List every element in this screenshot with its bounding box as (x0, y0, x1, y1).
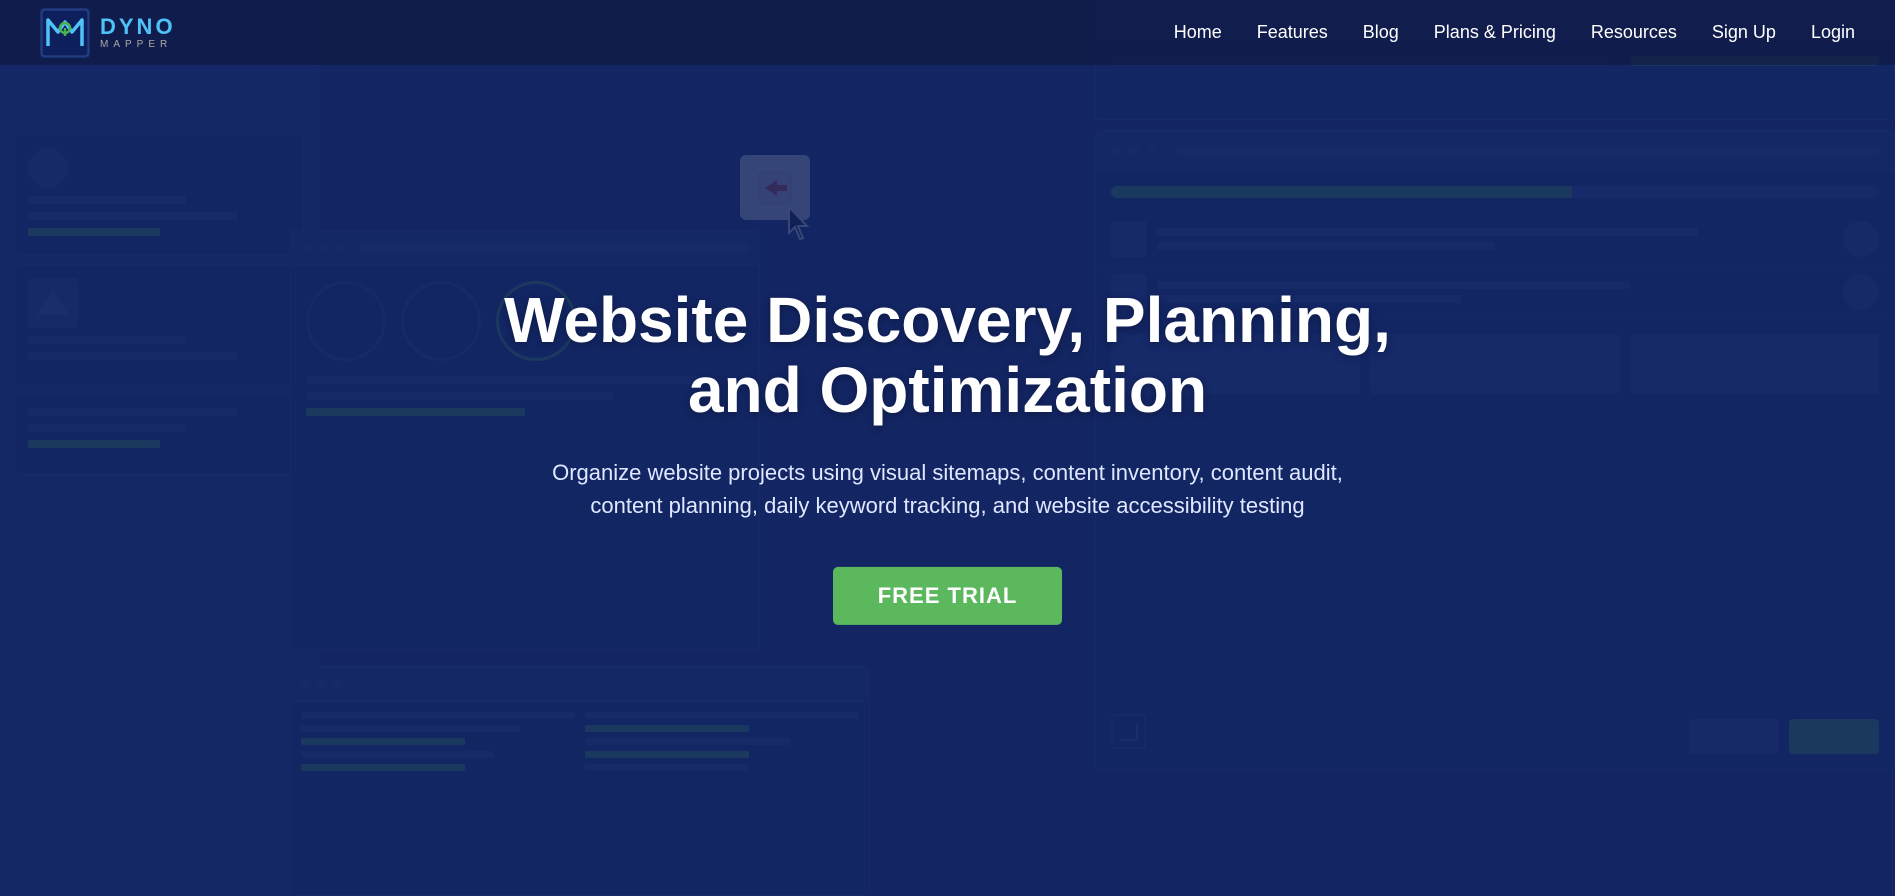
hero-title-line2: and Optimization (688, 354, 1207, 426)
logo-area[interactable]: DYNO MAPPER (40, 8, 176, 58)
nav-features[interactable]: Features (1257, 22, 1328, 43)
nav-plans-pricing[interactable]: Plans & Pricing (1434, 22, 1556, 43)
hero-title: Website Discovery, Planning, and Optimiz… (498, 285, 1398, 426)
nav-home[interactable]: Home (1174, 22, 1222, 43)
hero-subtitle: Organize website projects using visual s… (498, 456, 1398, 522)
logo-icon (40, 8, 90, 58)
nav-blog[interactable]: Blog (1363, 22, 1399, 43)
free-trial-button[interactable]: FREE TRIAL (833, 567, 1063, 625)
nav-signup[interactable]: Sign Up (1712, 22, 1776, 43)
navbar: DYNO MAPPER Home Features Blog Plans & P… (0, 0, 1895, 65)
hero-section: Website Discovery, Planning, and Optimiz… (498, 285, 1398, 625)
nav-resources[interactable]: Resources (1591, 22, 1677, 43)
nav-links: Home Features Blog Plans & Pricing Resou… (1174, 22, 1855, 43)
hero-title-line1: Website Discovery, Planning, (504, 284, 1391, 356)
nav-login[interactable]: Login (1811, 22, 1855, 43)
